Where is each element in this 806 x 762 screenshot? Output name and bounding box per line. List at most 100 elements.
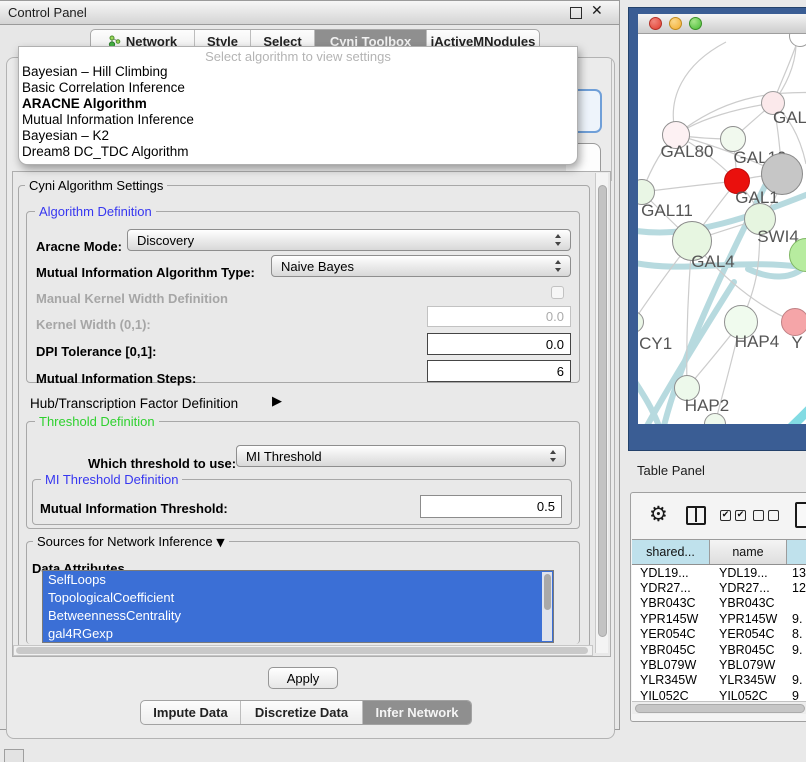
split-view-icon[interactable]: [686, 506, 706, 525]
select-columns-checked-icon[interactable]: ✔: [735, 510, 746, 521]
table-row[interactable]: YBL079WYBL079W: [632, 657, 806, 672]
new-table-icon[interactable]: [795, 502, 806, 528]
table-row[interactable]: YDR27...YDR27...12: [632, 580, 806, 595]
control-panel-titlebar: Control Panel ✕: [0, 1, 619, 25]
manual-kernel-width-checkbox[interactable]: [551, 286, 564, 299]
vertical-scrollbar-thumb[interactable]: [598, 185, 607, 637]
table-panel-header: Table Panel: [628, 454, 806, 488]
attributes-scrollbar-thumb[interactable]: [544, 574, 551, 610]
spinner-arrows-icon: [555, 260, 562, 272]
which-threshold-label: Which threshold to use:: [88, 456, 236, 471]
tab-impute-data[interactable]: Impute Data: [141, 701, 241, 724]
hidden-combobox-fragment: [577, 89, 602, 133]
select-columns-checked-icon[interactable]: ✔: [720, 510, 731, 521]
table-row[interactable]: YPR145WYPR145W9.: [632, 611, 806, 626]
horizontal-scrollbar[interactable]: [13, 645, 593, 656]
apply-button[interactable]: Apply: [268, 667, 338, 689]
column-header-name[interactable]: name: [710, 540, 787, 564]
tab-label: Discretize Data: [255, 705, 348, 720]
vertical-scrollbar[interactable]: [595, 173, 608, 653]
expand-right-icon[interactable]: ▶: [272, 394, 282, 409]
screen: Control Panel ✕ NetworkStyleSelectCyni T…: [0, 0, 806, 762]
deselect-columns-icon[interactable]: [768, 510, 779, 521]
aracne-mode-value: Discovery: [137, 233, 555, 248]
data-attribute-item[interactable]: BetweennessCentrality: [43, 607, 553, 625]
algorithm-option[interactable]: Basic Correlation Inference: [19, 80, 577, 96]
algorithm-option[interactable]: Bayesian – Hill Climbing: [19, 64, 577, 80]
zoom-traffic-light[interactable]: [689, 17, 702, 30]
network-view-window: GALGAL80GAL10GAL1GAL11SWI4GAL4GCY1HAP4YH…: [629, 8, 806, 450]
table-cell: YDR27...: [710, 581, 787, 595]
close-traffic-light[interactable]: [649, 17, 662, 30]
which-threshold-combobox[interactable]: MI Threshold: [236, 445, 566, 467]
control-panel-window: Control Panel ✕ NetworkStyleSelectCyni T…: [0, 0, 620, 730]
table-row[interactable]: YIL052CYIL052C9: [632, 688, 806, 702]
table-cell: 9.: [787, 643, 806, 657]
mi-steps-label: Mutual Information Steps:: [36, 371, 196, 386]
minimize-traffic-light[interactable]: [669, 17, 682, 30]
algorithm-option[interactable]: Mutual Information Inference: [19, 112, 577, 128]
sources-title-text[interactable]: Sources for Network Inference: [37, 534, 213, 549]
aracne-mode-combobox[interactable]: Discovery: [127, 229, 571, 251]
node-label: GAL: [773, 108, 806, 128]
table-row[interactable]: YLR345WYLR345W9.: [632, 673, 806, 688]
table-cell: YBR043C: [632, 596, 710, 610]
network-node[interactable]: [789, 34, 806, 47]
horizontal-scrollbar-thumb[interactable]: [16, 647, 588, 654]
minimized-panel-button[interactable]: [4, 749, 24, 762]
network-canvas[interactable]: GALGAL80GAL10GAL1GAL11SWI4GAL4GCY1HAP4YH…: [638, 34, 806, 424]
network-nodes-layer: GALGAL80GAL10GAL1GAL11SWI4GAL4GCY1HAP4YH…: [638, 34, 806, 424]
algorithm-option[interactable]: Bayesian – K2: [19, 128, 577, 144]
node-label: Y: [791, 333, 802, 353]
mi-algorithm-type-value: Naive Bayes: [281, 259, 555, 274]
mi-threshold-field[interactable]: [420, 495, 562, 518]
float-window-icon[interactable]: [570, 7, 582, 19]
column-header-extra[interactable]: [787, 540, 806, 564]
table-cell: YBL079W: [632, 658, 710, 672]
table-row[interactable]: YDL19...YDL19...13: [632, 565, 806, 580]
dpi-tolerance-label: DPI Tolerance [0,1]:: [36, 344, 156, 359]
data-attribute-item[interactable]: SelfLoops: [43, 571, 553, 589]
data-attributes-list[interactable]: SelfLoopsTopologicalCoefficientBetweenne…: [42, 570, 554, 643]
algorithm-option[interactable]: ARACNE Algorithm: [19, 96, 577, 112]
table-cell: YBR045C: [710, 643, 787, 657]
algorithm-popup-list: Bayesian – Hill ClimbingBasic Correlatio…: [19, 64, 577, 160]
tab-label: Infer Network: [375, 705, 458, 720]
hub-definition-expander-label[interactable]: Hub/Transcription Factor Definition: [30, 396, 238, 411]
algorithm-option[interactable]: Dream8 DC_TDC Algorithm: [19, 144, 577, 160]
data-attribute-item[interactable]: TopologicalCoefficient: [43, 589, 553, 607]
network-node-gcy1[interactable]: [638, 311, 644, 333]
tab-infer-network[interactable]: Infer Network: [363, 701, 471, 724]
table-cell: YLR345W: [710, 673, 787, 687]
table-cell: YBL079W: [710, 658, 787, 672]
bottom-tabs: Impute Data Discretize Data Infer Network: [140, 700, 472, 725]
collapse-down-icon[interactable]: ▼: [216, 536, 224, 549]
tab-label: Impute Data: [153, 705, 227, 720]
table-column-headers: shared...name: [632, 539, 806, 565]
table-horizontal-scrollbar[interactable]: [632, 701, 806, 714]
table-cell: 13: [787, 566, 806, 580]
table-toolbar: ⚙ ✔ ✔: [631, 493, 806, 539]
dpi-tolerance-field[interactable]: [427, 333, 571, 355]
tab-discretize-data[interactable]: Discretize Data: [241, 701, 363, 724]
network-node-y[interactable]: [781, 308, 806, 336]
table-panel-window: ⚙ ✔ ✔ shared...name YDL19...YDL19...13YD…: [630, 492, 806, 722]
table-row[interactable]: YBR045CYBR045C9.: [632, 642, 806, 657]
table-hscroll-thumb[interactable]: [635, 704, 805, 713]
manual-kernel-width-label: Manual Kernel Width Definition: [36, 291, 228, 306]
kernel-width-field[interactable]: [427, 306, 571, 327]
mi-algorithm-type-combobox[interactable]: Naive Bayes: [271, 255, 571, 277]
close-icon[interactable]: ✕: [591, 3, 603, 19]
data-attribute-item[interactable]: gal4RGexp: [43, 625, 553, 643]
attributes-scrollbar[interactable]: [542, 572, 552, 641]
gear-icon[interactable]: ⚙: [649, 504, 668, 525]
column-header-shared...[interactable]: shared...: [632, 540, 710, 564]
control-panel-title: Control Panel: [8, 5, 87, 20]
table-row[interactable]: YER054CYER054C8.: [632, 627, 806, 642]
node-label: HAP2: [685, 396, 729, 416]
deselect-columns-icon[interactable]: [753, 510, 764, 521]
table-cell: YER054C: [710, 627, 787, 641]
mi-steps-field[interactable]: [427, 360, 571, 382]
table-row[interactable]: YBR043CYBR043C: [632, 596, 806, 611]
node-label: GAL11: [641, 201, 693, 221]
